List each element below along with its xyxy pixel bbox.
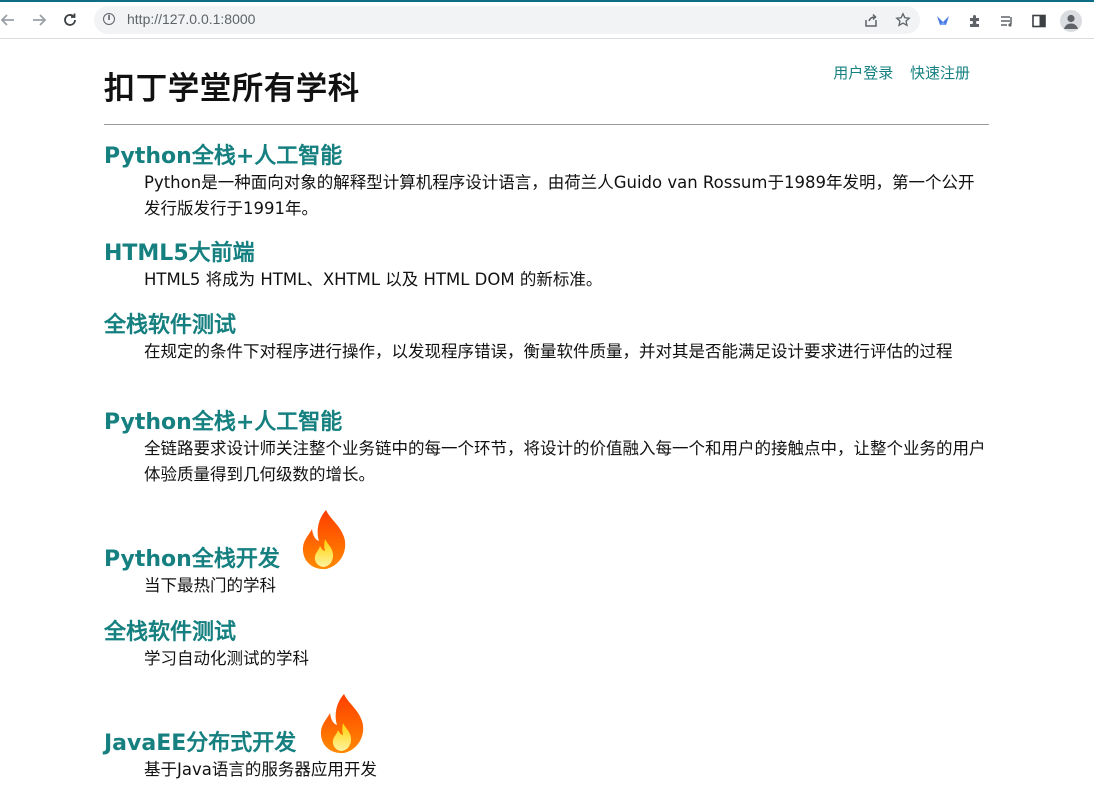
course-item-hot: Python全栈开发 当下最热门的学科 bbox=[104, 547, 989, 599]
media-control-icon[interactable] bbox=[997, 11, 1017, 31]
course-description: Python是一种面向对象的解释型计算机程序设计语言，由荷兰人Guido van… bbox=[144, 173, 975, 218]
course-description: 学习自动化测试的学科 bbox=[144, 649, 309, 668]
course-title[interactable]: Python全栈+人工智能 bbox=[104, 144, 989, 170]
browser-toolbar: i http://127.0.0.1:8000 bbox=[0, 0, 1094, 39]
header-divider bbox=[104, 124, 989, 125]
course-title[interactable]: 全栈软件测试 bbox=[104, 620, 989, 646]
share-icon[interactable] bbox=[862, 11, 880, 29]
course-description: 当下最热门的学科 bbox=[144, 576, 276, 595]
course-title[interactable]: Python全栈+人工智能 bbox=[104, 410, 989, 436]
forward-arrow-icon[interactable] bbox=[27, 8, 51, 32]
url-text[interactable]: http://127.0.0.1:8000 bbox=[127, 11, 255, 27]
course-item: 全栈软件测试 在规定的条件下对程序进行操作，以发现程序错误，衡量软件质量，并对其… bbox=[104, 313, 989, 365]
course-description: HTML5 将成为 HTML、XHTML 以及 HTML DOM 的新标准。 bbox=[144, 270, 603, 289]
login-link[interactable]: 用户登录 bbox=[833, 64, 893, 82]
register-link[interactable]: 快速注册 bbox=[910, 64, 970, 82]
course-item: 全栈软件测试 学习自动化测试的学科 bbox=[104, 620, 989, 672]
flame-icon bbox=[302, 510, 346, 570]
profile-avatar-icon[interactable] bbox=[1060, 10, 1082, 32]
course-title[interactable]: 全栈软件测试 bbox=[104, 313, 989, 339]
auth-links: 用户登录 快速注册 bbox=[821, 62, 970, 83]
info-icon[interactable]: i bbox=[103, 13, 115, 25]
course-title[interactable]: JavaEE分布式开发 bbox=[104, 731, 989, 757]
bookmark-star-icon[interactable] bbox=[894, 11, 912, 29]
course-description: 在规定的条件下对程序进行操作，以发现程序错误，衡量软件质量，并对其是否能满足设计… bbox=[144, 342, 953, 361]
course-item: Python全栈+人工智能 全链路要求设计师关注整个业务链中的每一个环节，将设计… bbox=[104, 410, 989, 488]
course-item: Python全栈+人工智能 Python是一种面向对象的解释型计算机程序设计语言… bbox=[104, 144, 989, 222]
flame-icon bbox=[320, 694, 364, 754]
extension-bird-icon[interactable] bbox=[933, 11, 953, 31]
course-description: 基于Java语言的服务器应用开发 bbox=[144, 760, 377, 779]
page-title: 扣丁学堂所有学科 bbox=[104, 71, 360, 107]
back-arrow-icon[interactable] bbox=[0, 8, 20, 32]
course-description: 全链路要求设计师关注整个业务链中的每一个环节，将设计的价值融入每一个和用户的接触… bbox=[144, 439, 986, 484]
course-title[interactable]: Python全栈开发 bbox=[104, 547, 989, 573]
reload-icon[interactable] bbox=[58, 8, 82, 32]
side-panel-icon[interactable] bbox=[1029, 11, 1049, 31]
course-item: HTML5大前端 HTML5 将成为 HTML、XHTML 以及 HTML DO… bbox=[104, 241, 989, 293]
course-item-hot: JavaEE分布式开发 基于Java语言的服务器应用开发 bbox=[104, 731, 989, 783]
address-bar[interactable]: i http://127.0.0.1:8000 bbox=[94, 6, 920, 34]
page-content: 扣丁学堂所有学科 用户登录 快速注册 Python全栈+人工智能 Python是… bbox=[0, 39, 1094, 786]
course-title[interactable]: HTML5大前端 bbox=[104, 241, 989, 267]
extensions-puzzle-icon[interactable] bbox=[965, 11, 985, 31]
